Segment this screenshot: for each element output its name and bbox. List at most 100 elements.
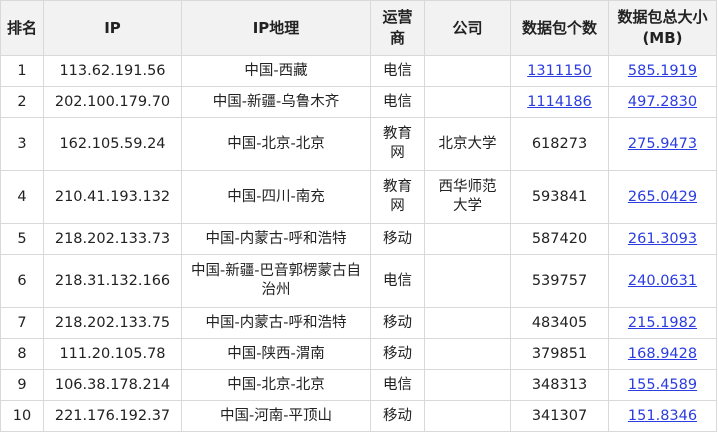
cell-company <box>424 86 511 118</box>
cell-region: 中国-新疆-巴音郭楞蒙古自治州 <box>181 254 371 308</box>
cell-company <box>424 307 511 339</box>
cell-region: 中国-北京-北京 <box>181 369 371 401</box>
cell-carrier: 电信 <box>370 254 425 308</box>
col-header-ip: IP <box>43 0 182 56</box>
cell-rank: 9 <box>0 369 44 401</box>
cell-rank: 5 <box>0 223 44 255</box>
cell-packet-size: 265.0429 <box>608 170 717 224</box>
cell-company <box>424 55 511 87</box>
cell-ip: 221.176.192.37 <box>43 400 182 432</box>
cell-packet-count: 587420 <box>510 223 609 255</box>
cell-packet-size: 215.1982 <box>608 307 717 339</box>
cell-packet-count: 1114186 <box>510 86 609 118</box>
table-row: 4 210.41.193.132 中国-四川-南充 教育网 西华师范大学 593… <box>0 170 717 224</box>
cell-region: 中国-新疆-乌鲁木齐 <box>181 86 371 118</box>
cell-ip: 106.38.178.214 <box>43 369 182 401</box>
packet-size-link[interactable]: 265.0429 <box>628 189 697 205</box>
cell-rank: 3 <box>0 117 44 171</box>
cell-carrier: 移动 <box>370 338 425 370</box>
cell-packet-size: 497.2830 <box>608 86 717 118</box>
cell-region: 中国-内蒙古-呼和浩特 <box>181 307 371 339</box>
cell-rank: 4 <box>0 170 44 224</box>
cell-packet-size: 151.8346 <box>608 400 717 432</box>
packet-count-link[interactable]: 1311150 <box>527 63 592 79</box>
table-row: 2 202.100.179.70 中国-新疆-乌鲁木齐 电信 1114186 4… <box>0 86 717 118</box>
cell-region: 中国-北京-北京 <box>181 117 371 171</box>
cell-rank: 8 <box>0 338 44 370</box>
cell-carrier: 移动 <box>370 400 425 432</box>
cell-ip: 111.20.105.78 <box>43 338 182 370</box>
ip-traffic-table: 排名 IP IP地理 运营商 公司 数据包个数 数据包总大小(MB) 1 113… <box>0 0 717 432</box>
cell-ip: 218.31.132.166 <box>43 254 182 308</box>
table-header-row: 排名 IP IP地理 运营商 公司 数据包个数 数据包总大小(MB) <box>0 0 717 56</box>
table-row: 5 218.202.133.73 中国-内蒙古-呼和浩特 移动 587420 2… <box>0 223 717 255</box>
cell-packet-count: 348313 <box>510 369 609 401</box>
cell-carrier: 教育网 <box>370 117 425 171</box>
cell-packet-count: 539757 <box>510 254 609 308</box>
cell-region: 中国-陕西-渭南 <box>181 338 371 370</box>
cell-packet-size: 155.4589 <box>608 369 717 401</box>
table-row: 10 221.176.192.37 中国-河南-平顶山 移动 341307 15… <box>0 400 717 432</box>
packet-size-link[interactable]: 151.8346 <box>628 408 697 424</box>
col-header-rank: 排名 <box>0 0 44 56</box>
cell-region: 中国-西藏 <box>181 55 371 87</box>
cell-carrier: 教育网 <box>370 170 425 224</box>
packet-size-link[interactable]: 240.0631 <box>628 273 697 289</box>
packet-size-link[interactable]: 261.3093 <box>628 231 697 247</box>
cell-ip: 162.105.59.24 <box>43 117 182 171</box>
packet-size-link[interactable]: 497.2830 <box>628 94 697 110</box>
cell-ip: 202.100.179.70 <box>43 86 182 118</box>
cell-rank: 1 <box>0 55 44 87</box>
cell-packet-size: 261.3093 <box>608 223 717 255</box>
cell-ip: 113.62.191.56 <box>43 55 182 87</box>
packet-size-link[interactable]: 275.9473 <box>628 136 697 152</box>
cell-packet-count: 1311150 <box>510 55 609 87</box>
cell-ip: 218.202.133.75 <box>43 307 182 339</box>
packet-count-link[interactable]: 1114186 <box>527 94 592 110</box>
cell-rank: 6 <box>0 254 44 308</box>
col-header-packet-count: 数据包个数 <box>510 0 609 56</box>
cell-company <box>424 338 511 370</box>
table-row: 1 113.62.191.56 中国-西藏 电信 1311150 585.191… <box>0 55 717 87</box>
cell-carrier: 电信 <box>370 86 425 118</box>
table-row: 3 162.105.59.24 中国-北京-北京 教育网 北京大学 618273… <box>0 117 717 171</box>
cell-packet-count: 483405 <box>510 307 609 339</box>
cell-packet-size: 275.9473 <box>608 117 717 171</box>
cell-packet-size: 585.1919 <box>608 55 717 87</box>
cell-company: 北京大学 <box>424 117 511 171</box>
col-header-region: IP地理 <box>181 0 371 56</box>
cell-packet-size: 240.0631 <box>608 254 717 308</box>
packet-size-link[interactable]: 168.9428 <box>628 346 697 362</box>
cell-packet-count: 618273 <box>510 117 609 171</box>
cell-carrier: 电信 <box>370 55 425 87</box>
cell-packet-count: 341307 <box>510 400 609 432</box>
packet-size-link[interactable]: 215.1982 <box>628 315 697 331</box>
packet-size-link[interactable]: 585.1919 <box>628 63 697 79</box>
cell-ip: 218.202.133.73 <box>43 223 182 255</box>
cell-company <box>424 400 511 432</box>
cell-rank: 7 <box>0 307 44 339</box>
cell-region: 中国-内蒙古-呼和浩特 <box>181 223 371 255</box>
col-header-company: 公司 <box>424 0 511 56</box>
cell-company <box>424 254 511 308</box>
cell-carrier: 电信 <box>370 369 425 401</box>
cell-packet-count: 379851 <box>510 338 609 370</box>
cell-ip: 210.41.193.132 <box>43 170 182 224</box>
cell-packet-count: 593841 <box>510 170 609 224</box>
col-header-carrier: 运营商 <box>370 0 425 56</box>
cell-region: 中国-河南-平顶山 <box>181 400 371 432</box>
table-row: 6 218.31.132.166 中国-新疆-巴音郭楞蒙古自治州 电信 5397… <box>0 254 717 308</box>
cell-region: 中国-四川-南充 <box>181 170 371 224</box>
table-row: 7 218.202.133.75 中国-内蒙古-呼和浩特 移动 483405 2… <box>0 307 717 339</box>
cell-carrier: 移动 <box>370 223 425 255</box>
cell-packet-size: 168.9428 <box>608 338 717 370</box>
cell-rank: 10 <box>0 400 44 432</box>
cell-rank: 2 <box>0 86 44 118</box>
cell-company <box>424 223 511 255</box>
cell-company <box>424 369 511 401</box>
packet-size-link[interactable]: 155.4589 <box>628 377 697 393</box>
cell-company: 西华师范大学 <box>424 170 511 224</box>
cell-carrier: 移动 <box>370 307 425 339</box>
col-header-packet-size: 数据包总大小(MB) <box>608 0 717 56</box>
table-row: 8 111.20.105.78 中国-陕西-渭南 移动 379851 168.9… <box>0 338 717 370</box>
